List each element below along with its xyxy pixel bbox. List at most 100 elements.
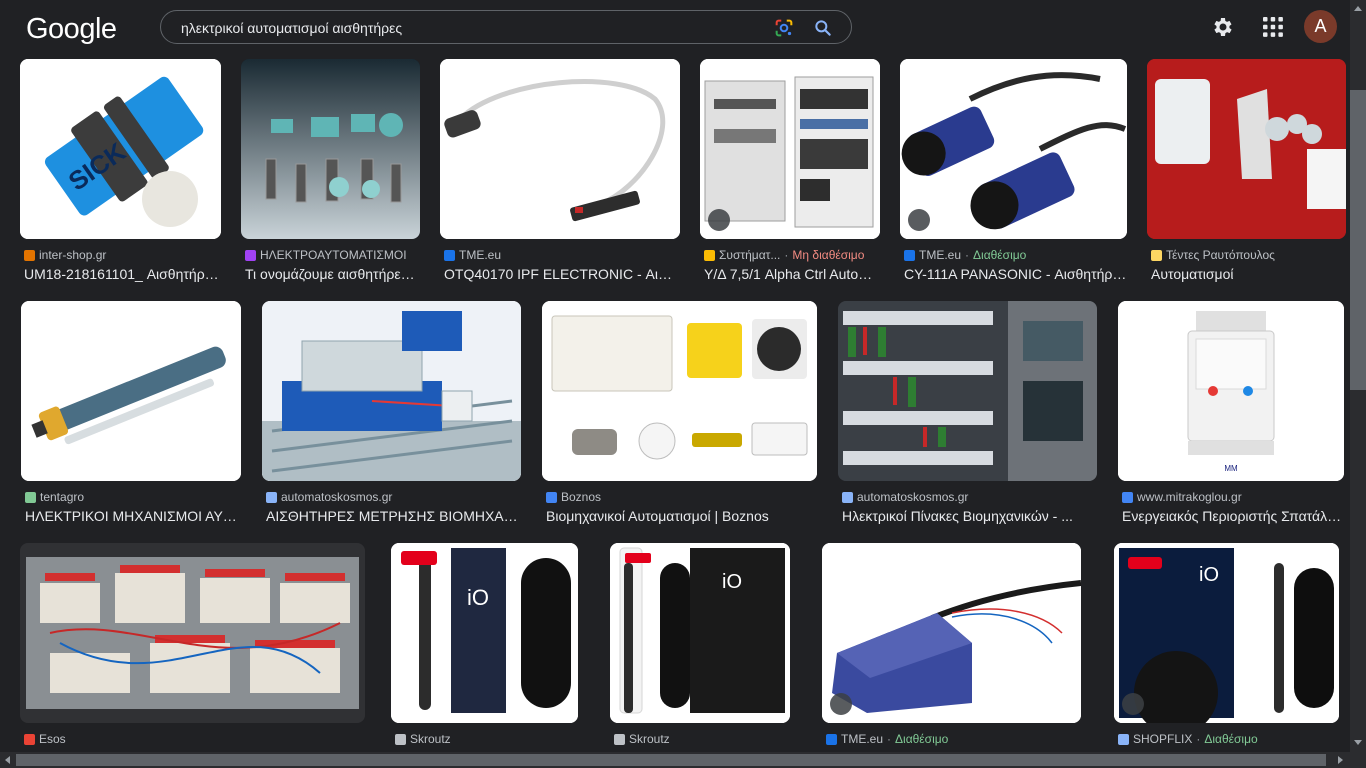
result-source: Skroutz xyxy=(410,732,451,746)
result-thumbnail[interactable]: MM xyxy=(1118,301,1344,481)
price-tag-icon xyxy=(708,209,730,231)
electrical-panel-image xyxy=(838,301,1097,481)
result-source: TME.eu xyxy=(459,248,502,262)
account-avatar[interactable]: A xyxy=(1304,10,1337,43)
result-title[interactable]: CY-111A PANASONIC - Αισθητήρας ... xyxy=(904,266,1127,284)
result-thumbnail[interactable]: iO xyxy=(610,543,790,723)
site-favicon-icon xyxy=(395,733,406,745)
automation-devices-image xyxy=(1147,59,1346,239)
price-tag-icon xyxy=(1122,693,1144,715)
result-title[interactable]: Υ/Δ 7,5/1 Alpha Ctrl Automation ... xyxy=(704,266,880,284)
site-favicon-icon xyxy=(904,249,915,261)
result-thumbnail[interactable]: iO xyxy=(1114,543,1339,723)
availability-label: Διαθέσιμο xyxy=(895,732,949,746)
vertical-scrollbar-thumb[interactable] xyxy=(1350,90,1366,390)
result-source: SHOPFLIX xyxy=(1133,732,1193,746)
search-icon[interactable] xyxy=(813,18,833,38)
svg-text:iO: iO xyxy=(722,571,742,593)
google-lens-icon[interactable] xyxy=(773,17,795,39)
scroll-up-arrow-icon[interactable] xyxy=(1354,6,1362,11)
site-favicon-icon xyxy=(1122,491,1133,503)
horizontal-scrollbar-thumb[interactable] xyxy=(16,754,1326,766)
industrial-machine-image xyxy=(262,301,521,481)
site-favicon-icon xyxy=(24,249,35,261)
result-thumbnail[interactable] xyxy=(241,59,420,239)
price-tag-icon xyxy=(830,693,852,715)
result-source: TME.eu xyxy=(841,732,884,746)
sensor-collection-image xyxy=(241,59,420,239)
result-thumbnail[interactable]: iO xyxy=(391,543,578,723)
result-source: Boznos xyxy=(561,490,602,504)
availability-label: Μη διαθέσιμο xyxy=(792,248,865,262)
google-logo[interactable]: Google xyxy=(26,13,117,46)
availability-label: Διαθέσιμο xyxy=(1204,732,1258,746)
search-input[interactable] xyxy=(181,17,761,39)
proximity-sensors-image xyxy=(900,59,1127,239)
result-source: Τέντες Ραυτόπουλος xyxy=(1166,248,1275,262)
result-title[interactable]: ΑΙΣΘΗΤΗΡΕΣ ΜΕΤΡΗΣΗΣ ΒΙΟΜΗΧΑΝΙΚΟΙ ... xyxy=(266,508,521,526)
result-thumbnail[interactable] xyxy=(262,301,521,481)
search-box[interactable] xyxy=(160,10,852,44)
site-favicon-icon xyxy=(842,491,853,503)
result-thumbnail[interactable] xyxy=(20,543,365,723)
scroll-right-arrow-icon[interactable] xyxy=(1338,756,1343,764)
result-thumbnail[interactable] xyxy=(542,301,817,481)
result-title[interactable]: Ενεργειακός Περιοριστής Σπατάλης ... xyxy=(1122,508,1344,526)
result-source: www.mitrakoglou.gr xyxy=(1137,490,1242,504)
svg-text:iO: iO xyxy=(467,585,489,610)
top-bar: Google A xyxy=(0,0,1350,54)
result-title[interactable]: Ηλεκτρικοί Πίνακες Βιομηχανικών - ... xyxy=(842,508,1097,526)
result-source: automatoskosmos.gr xyxy=(857,490,969,504)
site-favicon-icon xyxy=(546,491,557,503)
site-favicon-icon xyxy=(444,249,455,261)
toothbrush-box-image: iO xyxy=(391,543,578,723)
sensor-blue-image: SICK xyxy=(20,59,221,239)
site-favicon-icon xyxy=(704,249,715,261)
result-title[interactable]: OTQ40170 IPF ELECTRONIC - Αισθητήρας ... xyxy=(444,266,680,284)
result-source: automatoskosmos.gr xyxy=(281,490,393,504)
result-title[interactable]: Βιομηχανικοί Αυτοματισμοί | Boznos xyxy=(546,508,817,526)
availability-label: Διαθέσιμο xyxy=(973,248,1027,262)
site-favicon-icon xyxy=(266,491,277,503)
energy-limiter-device-image: MM xyxy=(1118,301,1344,481)
result-source: Συστήματ... xyxy=(719,248,781,262)
result-source: inter-shop.gr xyxy=(39,248,107,262)
scroll-left-arrow-icon[interactable] xyxy=(5,756,10,764)
result-thumbnail[interactable] xyxy=(822,543,1081,723)
result-source: ΗΛΕΚΤΡΟΑΥΤΟΜΑΤΙΣΜΟΙ xyxy=(260,248,407,262)
result-source: TME.eu xyxy=(919,248,962,262)
image-results-grid: SICK inter-shop.gr UM18-218161101_ Αισθη… xyxy=(0,54,1350,752)
result-source: Esos xyxy=(39,732,66,746)
scroll-down-arrow-icon[interactable] xyxy=(1354,740,1362,745)
result-thumbnail[interactable]: SICK xyxy=(20,59,221,239)
sensor-types-image xyxy=(542,301,817,481)
price-tag-icon xyxy=(908,209,930,231)
result-thumbnail[interactable] xyxy=(700,59,880,239)
svg-text:iO: iO xyxy=(1199,564,1219,586)
relay-lab-image xyxy=(20,543,365,723)
result-title[interactable]: ΗΛΕΚΤΡΙΚΟΙ ΜΗΧΑΝΙΣΜΟΙ ΑΥΤΟΜΑΤΙΣΜΟΥ ... xyxy=(25,508,241,526)
cable-sensor-image xyxy=(440,59,680,239)
result-title[interactable]: Τι ονομάζουμε αισθητήρες ... xyxy=(245,266,420,284)
result-title[interactable]: Αυτοματισμοί xyxy=(1151,266,1346,284)
site-favicon-icon xyxy=(614,733,625,745)
tubular-motor-image xyxy=(21,301,241,481)
site-favicon-icon xyxy=(24,733,35,745)
result-thumbnail[interactable] xyxy=(900,59,1127,239)
site-favicon-icon xyxy=(826,733,837,745)
svg-text:MM: MM xyxy=(1224,464,1238,473)
site-favicon-icon xyxy=(1118,733,1129,745)
site-favicon-icon xyxy=(1151,249,1162,261)
result-thumbnail[interactable] xyxy=(838,301,1097,481)
result-title[interactable]: UM18-218161101_ Αισθητήρας ... xyxy=(24,266,219,284)
result-thumbnail[interactable] xyxy=(21,301,241,481)
result-thumbnail[interactable] xyxy=(1147,59,1346,239)
apps-grid-icon[interactable] xyxy=(1262,16,1284,38)
site-favicon-icon xyxy=(25,491,36,503)
site-favicon-icon xyxy=(245,249,256,261)
toothbrush-charger-image: iO xyxy=(1114,543,1339,723)
result-source: tentagro xyxy=(40,490,85,504)
result-source: Skroutz xyxy=(629,732,670,746)
result-thumbnail[interactable] xyxy=(440,59,680,239)
gear-icon[interactable] xyxy=(1211,15,1235,39)
